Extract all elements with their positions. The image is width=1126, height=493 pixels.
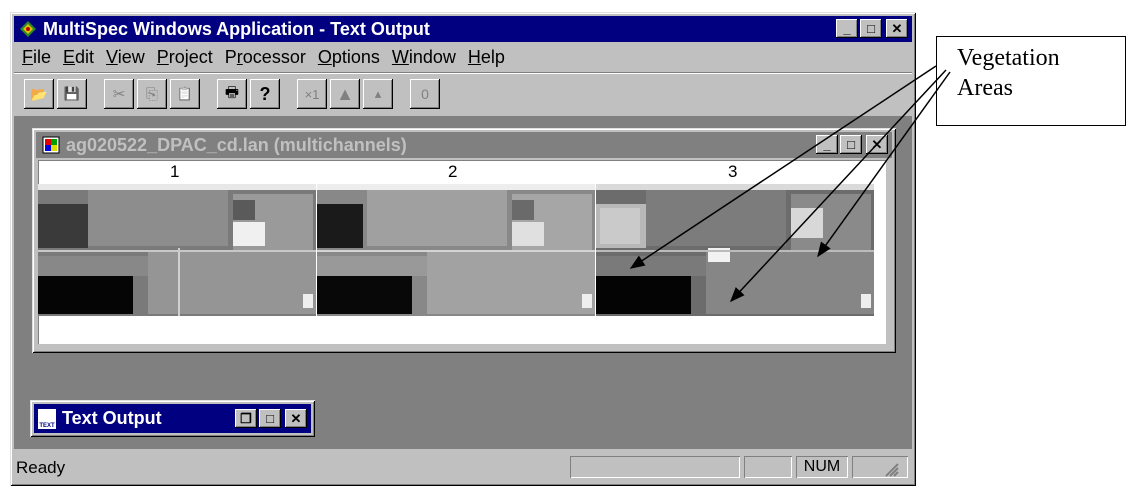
channel-label-2: 2 [448,162,458,181]
maximize-icon: □ [266,411,274,426]
app-titlebar[interactable]: MultiSpec Windows Application - Text Out… [14,16,912,42]
maximize-button[interactable]: □ [860,19,882,38]
menu-view-label: iew [117,46,145,67]
maximize-icon: □ [867,21,875,36]
menu-options[interactable]: Options [318,47,380,68]
menu-project[interactable]: Project [157,47,213,68]
mdi-client-area: ag020522_DPAC_cd.lan (multichannels) _ □… [14,116,912,449]
menu-view[interactable]: View [106,47,145,68]
menu-window-key: W [391,46,409,67]
close-button[interactable]: ✕ [886,19,908,38]
channel-image-2[interactable] [317,184,595,316]
menu-options-label: ptions [331,46,380,67]
zoom-x1-icon: ×1 [304,86,320,102]
size-grip[interactable] [852,456,908,478]
status-pane-2 [744,456,792,478]
channel-image-1[interactable] [38,184,316,316]
restore-icon: ❐ [240,410,252,426]
image-minimize-button[interactable]: _ [816,135,838,154]
menu-view-key: V [106,46,118,67]
text-maximize-button[interactable]: □ [259,409,281,428]
menu-options-key: O [317,46,332,67]
overlay-button[interactable]: 0 [410,79,440,109]
print-button[interactable]: 🖶 [217,79,247,109]
menu-file[interactable]: File [22,47,51,68]
overlay-icon: 0 [421,86,429,102]
status-num-text: NUM [803,458,841,475]
printer-icon: 🖶 [224,83,240,101]
copy-button[interactable]: ⎘ [137,79,167,109]
scissors-icon: ✂ [112,86,126,103]
copy-icon: ⎘ [145,85,158,103]
zoom-out-button[interactable]: ▴ [363,79,393,109]
open-button[interactable]: 📂 [24,79,54,109]
minimize-button[interactable]: _ [836,19,858,38]
text-document-icon: TEXT [38,408,56,429]
app-title: MultiSpec Windows Application - Text Out… [43,18,430,39]
menu-project-label: roject [168,46,213,67]
status-num-indicator: NUM [796,456,848,478]
menu-project-key: P [156,46,169,67]
channel-label-3: 3 [728,162,738,181]
callout-line-1: Vegetation [957,45,1060,71]
mountains-large-icon: ▲ [336,83,354,104]
status-pane-1 [570,456,740,478]
menu-window[interactable]: Window [392,47,456,68]
app-window: MultiSpec Windows Application - Text Out… [10,12,916,486]
save-icon: 💾 [63,86,81,101]
multispec-app-icon [20,21,36,37]
help-icon: ? [259,83,271,104]
status-bar: Ready NUM [14,453,912,482]
resize-grip-icon [885,463,899,477]
image-window: ag020522_DPAC_cd.lan (multichannels) _ □… [32,128,896,353]
cut-button[interactable]: ✂ [104,79,134,109]
zoom-x1-button[interactable]: ×1 [297,79,327,109]
channel-label-1: 1 [170,162,180,181]
paste-icon: 📋 [176,86,194,101]
menu-help-key: H [467,46,481,67]
callout-line-2: Areas [957,75,1013,101]
text-output-title: Text Output [62,408,162,428]
maximize-icon: □ [847,137,855,152]
close-icon: ✕ [871,136,883,152]
menu-processor-label: ocessor [242,46,306,67]
menu-help[interactable]: Help [468,47,505,68]
open-folder-icon: 📂 [30,85,48,102]
channel-image-3[interactable] [596,184,874,316]
text-output-titlebar[interactable]: TEXT Text Output ❐ □ ✕ [34,404,311,433]
image-window-icon [42,136,60,154]
text-output-minimized-window[interactable]: TEXT Text Output ❐ □ ✕ [30,400,315,437]
image-window-titlebar[interactable]: ag020522_DPAC_cd.lan (multichannels) _ □… [36,132,892,158]
menu-bar: File Edit View Project Processor Options… [14,45,509,69]
menu-edit-key: E [63,46,76,67]
image-window-title: ag020522_DPAC_cd.lan (multichannels) [66,134,407,155]
close-icon: ✕ [290,410,302,426]
close-icon: ✕ [891,20,903,36]
zoom-in-button[interactable]: ▲ [330,79,360,109]
help-button[interactable]: ? [250,79,280,109]
text-close-button[interactable]: ✕ [285,409,307,428]
menu-edit-label: dit [75,46,95,67]
vegetation-callout-box: Vegetation Areas [936,36,1126,126]
toolbar: 📂 💾 ✂ ⎘ 📋 🖶 ? ×1 ▲ ▴ 0 [24,77,443,111]
menu-file-key: F [22,46,33,67]
menu-processor-pre: P [224,46,237,67]
minimize-icon: _ [843,21,851,36]
menu-file-label: ile [33,46,52,67]
menu-processor[interactable]: Processor [225,47,306,68]
image-display-area[interactable]: 1 2 3 [38,160,886,344]
menu-window-label: indow [408,46,456,67]
image-maximize-button[interactable]: □ [840,135,862,154]
image-close-button[interactable]: ✕ [866,135,888,154]
menu-edit[interactable]: Edit [63,47,94,68]
minimize-icon: _ [823,137,831,152]
paste-button[interactable]: 📋 [170,79,200,109]
save-button[interactable]: 💾 [57,79,87,109]
mountains-small-icon: ▴ [374,86,382,101]
status-text: Ready [16,457,66,477]
menu-help-label: elp [480,46,505,67]
restore-button[interactable]: ❐ [235,409,257,428]
menu-separator [14,72,912,74]
